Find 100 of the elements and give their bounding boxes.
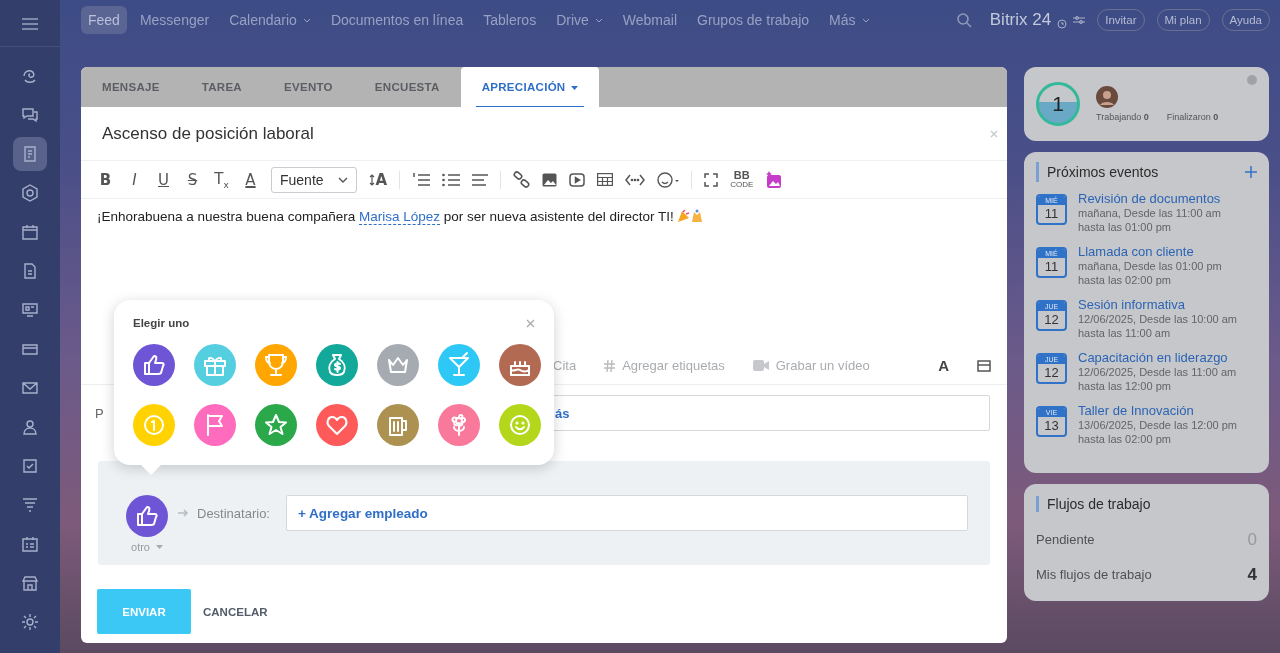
event-link[interactable]: Revisión de documentos: [1078, 191, 1221, 206]
star-badge-icon[interactable]: [255, 404, 297, 446]
beer-badge-icon[interactable]: [377, 404, 419, 446]
hexagon-icon: [21, 184, 39, 202]
font-size-button[interactable]: A: [368, 170, 388, 189]
menu-icon[interactable]: [22, 18, 38, 30]
day-number: 12: [1044, 311, 1059, 329]
plus-icon[interactable]: [1245, 166, 1257, 178]
thumbs-up-badge-icon[interactable]: [126, 495, 168, 537]
badge-type-dropdown[interactable]: otro: [131, 541, 163, 553]
event-time: 12/06/2025, Desde las 11:00 am: [1078, 365, 1237, 379]
crown-badge-icon[interactable]: [377, 344, 419, 386]
link-icon[interactable]: [513, 171, 531, 188]
document-icon: [21, 145, 39, 163]
form-tab[interactable]: ENCUESTA: [353, 67, 461, 107]
thumbs-badge-icon[interactable]: [133, 344, 175, 386]
bbcode-button[interactable]: BB CODE: [730, 170, 754, 189]
format-button[interactable]: U: [155, 170, 172, 189]
working-count: Trabajando 0: [1096, 112, 1149, 122]
mail-icon: [21, 379, 39, 397]
code-icon[interactable]: [625, 173, 646, 186]
cancel-button[interactable]: CANCELAR: [191, 589, 280, 634]
editor-action[interactable]: Agregar etiquetas: [604, 358, 725, 373]
heart-badge-icon[interactable]: [316, 404, 358, 446]
field-label: P: [95, 405, 105, 421]
day-number: 13: [1044, 417, 1059, 435]
chat-icon: [21, 106, 39, 124]
table-icon[interactable]: [597, 173, 614, 186]
numbered-list-icon[interactable]: [412, 172, 431, 187]
search-icon[interactable]: [956, 12, 972, 28]
board-icon: [21, 301, 39, 319]
nav-link[interactable]: Drive: [549, 6, 610, 34]
flower-badge-icon[interactable]: [438, 404, 480, 446]
checkbox-icon: [21, 457, 39, 475]
video-play-icon[interactable]: [569, 172, 586, 187]
event-link[interactable]: Taller de Innovación: [1078, 403, 1237, 418]
panel-icon[interactable]: [977, 359, 991, 372]
format-button[interactable]: I: [126, 170, 143, 189]
nav-link[interactable]: Tableros: [476, 6, 544, 34]
message-text[interactable]: ¡Enhorabuena a nuestra buena compañera Marisa López por ser nueva asistente del director TI!: [97, 209, 674, 224]
recipient-field[interactable]: + Agregar empleado: [286, 495, 968, 531]
caret-icon: [156, 545, 163, 549]
nav-link[interactable]: Messenger: [132, 6, 217, 34]
event-link[interactable]: Sesión informativa: [1078, 297, 1237, 312]
font-select[interactable]: Fuente: [271, 166, 357, 193]
store-icon: [21, 574, 39, 592]
event-time: hasta las 01:00 pm: [1078, 220, 1172, 234]
event-time: mañana, Desde las 11:00 am: [1078, 206, 1221, 220]
workflow-label[interactable]: Pendiente: [1036, 532, 1095, 547]
recipient-label: Destinatario:: [197, 505, 270, 521]
text-format-button[interactable]: A: [938, 357, 949, 374]
hashtag-icon: [604, 359, 616, 372]
sidebar-item[interactable]: [13, 137, 47, 171]
flag-badge-icon[interactable]: [194, 404, 236, 446]
day-number: 11: [1044, 258, 1059, 276]
sparkle-image-icon[interactable]: [765, 170, 784, 189]
finished-count: Finalizaron 0: [1166, 112, 1219, 122]
image-icon[interactable]: [542, 172, 558, 187]
form-tab[interactable]: TAREA: [180, 67, 263, 107]
nav-link[interactable]: Documentos en línea: [323, 6, 471, 34]
event-time: mañana, Desde las 01:00 pm: [1078, 259, 1222, 273]
form-tab[interactable]: EVENTO: [262, 67, 354, 107]
trophy-badge-icon[interactable]: [255, 344, 297, 386]
smiley-icon[interactable]: [657, 171, 680, 188]
nav-link[interactable]: Grupos de trabajo: [690, 6, 817, 34]
settings-icon: [21, 613, 39, 631]
mention-link[interactable]: Marisa López: [358, 209, 440, 225]
avatar-icon[interactable]: [1096, 86, 1118, 108]
money-badge-icon[interactable]: [316, 344, 358, 386]
event-time: hasta las 02:00 pm: [1078, 432, 1172, 446]
format-button[interactable]: B: [97, 170, 114, 189]
nav-link[interactable]: Webmail: [615, 6, 684, 34]
nav-link[interactable]: Calendario: [222, 6, 318, 34]
nav-link[interactable]: Más: [822, 6, 877, 34]
format-button[interactable]: S: [184, 170, 201, 189]
editor-action[interactable]: Cita: [553, 358, 577, 373]
form-tab[interactable]: APRECIACIÓN: [460, 67, 600, 107]
workflow-label[interactable]: Mis flujos de trabajo: [1036, 567, 1152, 582]
logo-text[interactable]: Bitrix 24: [989, 10, 1052, 30]
editor-action[interactable]: Grabar un vídeo: [752, 358, 870, 373]
event-link[interactable]: Capacitación en liderazgo: [1078, 350, 1237, 365]
format-button[interactable]: A: [242, 170, 259, 189]
event-time: hasta las 11:00 am: [1078, 326, 1172, 340]
align-left-icon[interactable]: [472, 172, 489, 187]
cocktail-badge-icon[interactable]: [438, 344, 480, 386]
arrow-icon: [178, 509, 189, 517]
event-link[interactable]: Llamada con cliente: [1078, 244, 1222, 259]
sliders-icon[interactable]: [1073, 15, 1086, 25]
nav-link[interactable]: Feed: [81, 6, 127, 34]
cake-badge-icon[interactable]: [499, 344, 541, 386]
form-tab[interactable]: MENSAJE: [81, 67, 181, 107]
event-time: 13/06/2025, Desde las 12:00 pm: [1078, 418, 1237, 432]
fullscreen-icon[interactable]: [704, 172, 719, 187]
people-icon: [21, 418, 39, 436]
format-button[interactable]: T$_{x}$: [213, 169, 230, 190]
post-title[interactable]: Ascenso de posición laboral: [102, 123, 314, 144]
close-icon[interactable]: [526, 318, 535, 328]
gift-badge-icon[interactable]: [194, 344, 236, 386]
bullet-list-icon[interactable]: [442, 172, 461, 187]
day-number: 12: [1044, 364, 1059, 382]
